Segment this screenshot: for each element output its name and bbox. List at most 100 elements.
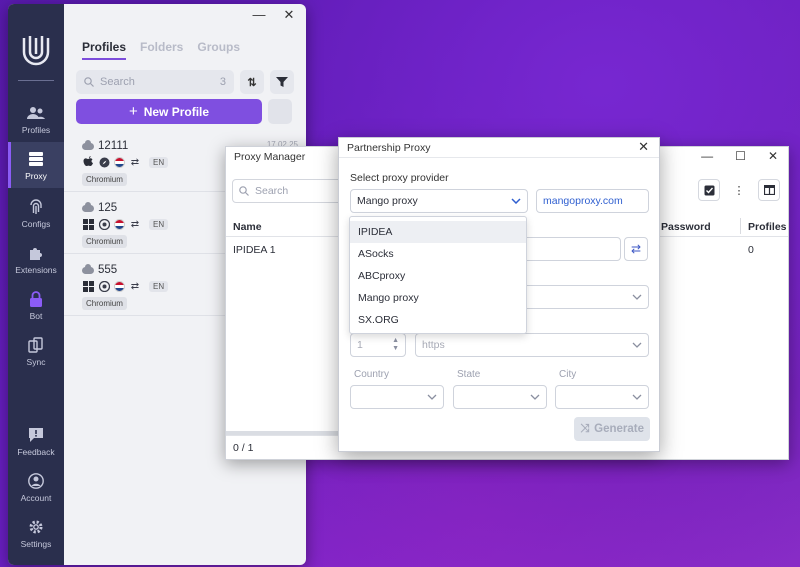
search-icon xyxy=(239,186,249,196)
state-select[interactable] xyxy=(453,385,547,409)
swap-button[interactable]: ⇄ xyxy=(624,237,648,261)
feedback-icon xyxy=(27,426,45,444)
browser-badge: Chromium xyxy=(82,173,127,186)
sort-icon: ⇅ xyxy=(247,76,257,89)
flag-icon xyxy=(114,280,125,292)
sort-button[interactable]: ⇅ xyxy=(240,70,264,94)
language-badge: EN xyxy=(149,280,169,292)
sidebar-item-profiles[interactable]: Profiles xyxy=(8,96,64,142)
chevron-down-icon xyxy=(530,392,540,402)
dropdown-option-ipidea[interactable]: IPIDEA xyxy=(350,221,526,243)
new-profile-label: New Profile xyxy=(143,104,210,119)
proxy-table-footer: 0 / 1 xyxy=(226,435,340,459)
close-icon[interactable]: ✕ xyxy=(282,8,296,22)
flag-icon xyxy=(114,156,125,168)
country-select[interactable] xyxy=(350,385,444,409)
protocol-select[interactable]: https xyxy=(415,333,649,357)
dropdown-option-sx-org[interactable]: SX.ORG xyxy=(350,309,526,331)
fingerprint-icon xyxy=(27,198,45,216)
profile-icons: ⇄ EN xyxy=(82,218,169,230)
close-icon[interactable]: ✕ xyxy=(768,149,778,163)
proxy-search-input[interactable]: Search xyxy=(232,179,342,203)
proxy-count: 0 / 1 xyxy=(233,442,254,454)
sidebar-item-proxy[interactable]: Proxy xyxy=(8,142,64,188)
new-profile-row: + New Profile xyxy=(76,99,292,124)
columns-button[interactable] xyxy=(758,179,780,201)
sidebar-item-bot[interactable]: Bot xyxy=(8,282,64,328)
puzzle-icon xyxy=(27,244,45,262)
sidebar-item-label: Settings xyxy=(20,538,52,549)
profile-search-input[interactable]: Search 3 xyxy=(76,70,234,94)
column-name[interactable]: Name xyxy=(233,221,262,233)
search-row: Search 3 ⇅ xyxy=(76,70,294,94)
sidebar-item-configs[interactable]: Configs xyxy=(8,190,64,236)
swap-icon: ⇄ xyxy=(130,218,140,230)
tab-profiles[interactable]: Profiles xyxy=(82,40,127,60)
maximize-icon[interactable]: ☐ xyxy=(735,149,746,163)
minimize-icon[interactable]: — xyxy=(252,8,266,22)
sidebar-item-sync[interactable]: Sync xyxy=(8,328,64,374)
column-profiles[interactable]: Profiles xyxy=(748,221,787,233)
shuffle-icon: ⤨ xyxy=(579,422,590,435)
profile-icons: ⇄ EN xyxy=(82,156,169,168)
windows-icon xyxy=(82,218,94,230)
dropdown-option-abcproxy[interactable]: ABCproxy xyxy=(350,265,526,287)
stepper-arrows-icon[interactable]: ▲ ▼ xyxy=(392,337,399,353)
more-options-button[interactable]: ⋮ xyxy=(728,179,750,201)
generate-button[interactable]: ⤨ Generate xyxy=(574,417,650,441)
logo-divider xyxy=(18,80,54,81)
close-icon[interactable]: ✕ xyxy=(638,139,649,155)
proxy-icon xyxy=(27,150,45,168)
lock-icon xyxy=(27,290,45,308)
chrome-icon xyxy=(98,280,110,292)
dialog-title: Partnership Proxy xyxy=(347,142,431,154)
profiles-icon xyxy=(27,104,45,122)
sidebar-item-label: Feedback xyxy=(17,446,55,457)
tab-folders[interactable]: Folders xyxy=(140,40,183,60)
count-value: 1 xyxy=(357,339,363,351)
bulk-action-button[interactable] xyxy=(268,99,292,124)
compass-icon xyxy=(98,156,110,168)
dropdown-option-mango-proxy[interactable]: Mango proxy xyxy=(350,287,526,309)
provider-dropdown-list: IPIDEA ASocks ABCproxy Mango proxy SX.OR… xyxy=(349,216,527,334)
count-stepper[interactable]: 1 ▲ ▼ xyxy=(350,333,406,357)
sidebar-item-account[interactable]: Account xyxy=(8,464,64,510)
column-password[interactable]: Password xyxy=(661,221,711,233)
dropdown-option-asocks[interactable]: ASocks xyxy=(350,243,526,265)
sidebar-item-label: Bot xyxy=(29,310,43,321)
chrome-icon xyxy=(98,218,110,230)
tab-groups[interactable]: Groups xyxy=(197,40,240,60)
sidebar-item-settings[interactable]: Settings xyxy=(8,510,64,556)
provider-select[interactable]: Mango proxy xyxy=(350,189,528,213)
cloud-icon xyxy=(82,139,94,150)
search-icon xyxy=(84,77,94,87)
sync-icon xyxy=(27,336,45,354)
sidebar-item-label: Sync xyxy=(26,356,46,367)
select-all-button[interactable] xyxy=(698,179,720,201)
sidebar-item-label: Proxy xyxy=(25,170,47,181)
checkbox-icon xyxy=(704,185,714,195)
filter-icon xyxy=(276,77,288,87)
chevron-down-icon xyxy=(427,392,437,402)
country-label: Country xyxy=(354,369,390,380)
new-profile-button[interactable]: + New Profile xyxy=(76,99,262,124)
browser-badge: Chromium xyxy=(82,235,127,248)
search-placeholder: Search xyxy=(100,76,135,88)
city-select[interactable] xyxy=(555,385,649,409)
app-titlebar: — ✕ xyxy=(64,4,306,26)
apple-icon xyxy=(82,156,94,168)
sidebar-item-feedback[interactable]: Feedback xyxy=(8,418,64,464)
provider-select-value: Mango proxy xyxy=(357,195,418,207)
minimize-icon[interactable]: — xyxy=(701,149,713,163)
provider-label: Select proxy provider xyxy=(350,172,449,184)
settings-icon xyxy=(27,518,45,536)
column-divider xyxy=(740,218,741,234)
profile-name: 12111 xyxy=(98,140,129,152)
language-badge: EN xyxy=(149,156,169,168)
filter-button[interactable] xyxy=(270,70,294,94)
proxy-name-cell: IPIDEA 1 xyxy=(233,244,276,256)
swap-icon: ⇄ xyxy=(130,280,140,292)
provider-website-field[interactable]: mangoproxy.com xyxy=(536,189,649,213)
sidebar-item-extensions[interactable]: Extensions xyxy=(8,236,64,282)
provider-website-link[interactable]: mangoproxy.com xyxy=(543,195,623,207)
